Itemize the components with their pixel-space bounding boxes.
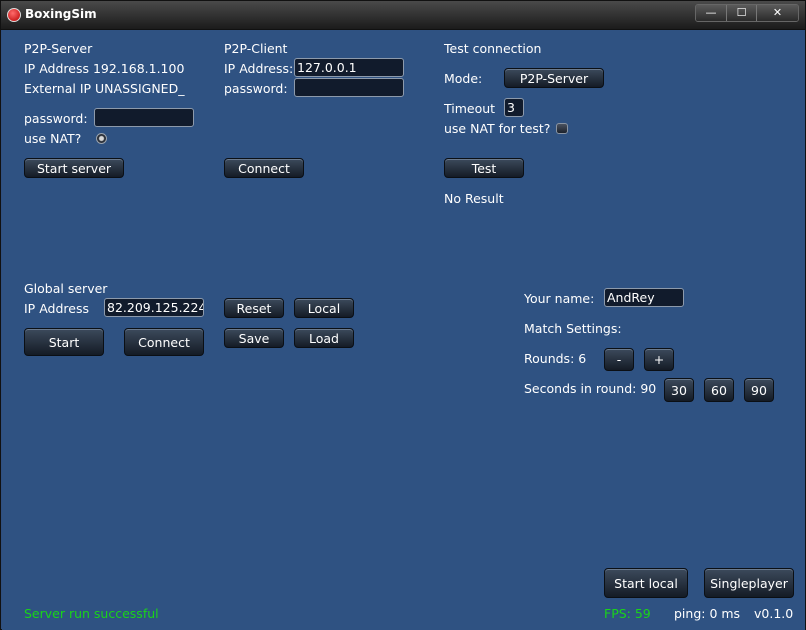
server-password-input[interactable] [94,108,194,127]
singleplayer-button[interactable]: Singleplayer [704,568,794,598]
window-controls: — ☐ ✕ [695,4,799,22]
close-button[interactable]: ✕ [756,5,798,21]
client-connect-button[interactable]: Connect [224,158,304,178]
window-title: BoxingSim [25,7,97,21]
test-button[interactable]: Test [444,158,524,178]
timeout-label: Timeout [444,101,496,116]
test-result-text: No Result [444,191,504,206]
test-nat-label: use NAT for test? [444,121,551,136]
ping-text: ping: 0 ms [674,606,741,621]
client-password-input[interactable] [294,78,404,97]
app-icon [7,8,21,22]
use-nat-label: use NAT? [24,131,82,146]
main-panel: P2P-Server IP Address 192.168.1.100 Exte… [2,30,805,630]
global-start-button[interactable]: Start [24,328,104,356]
your-name-label: Your name: [524,291,595,306]
rounds-minus-button[interactable]: - [604,348,634,371]
local-button[interactable]: Local [294,298,354,318]
start-local-button[interactable]: Start local [604,568,688,598]
mode-select-button[interactable]: P2P-Server [504,68,604,88]
load-button[interactable]: Load [294,328,354,348]
external-ip-label: External IP UNASSIGNED_ [24,81,185,96]
app-window: BoxingSim — ☐ ✕ P2P-Server IP Address 19… [0,0,806,630]
reset-button[interactable]: Reset [224,298,284,318]
status-text: Server run successful [24,606,159,621]
title-bar[interactable]: BoxingSim — ☐ ✕ [1,1,805,30]
client-password-label: password: [224,81,288,96]
match-settings-label: Match Settings: [524,321,622,336]
use-nat-radio[interactable] [96,133,107,144]
seconds-90-button[interactable]: 90 [744,378,774,402]
fps-counter: FPS: 59 [604,606,651,621]
global-ip-input[interactable]: 82.209.125.224 [104,298,204,317]
rounds-label: Rounds: 6 [524,351,587,366]
client-ip-label: IP Address: [224,61,294,76]
rounds-plus-button[interactable]: + [644,348,674,371]
global-ip-label: IP Address [24,301,89,316]
global-server-heading: Global server [24,281,108,296]
server-ip-label: IP Address 192.168.1.100 [24,61,185,76]
seconds-30-button[interactable]: 30 [664,378,694,402]
seconds-60-button[interactable]: 60 [704,378,734,402]
save-button[interactable]: Save [224,328,284,348]
server-password-label: password: [24,111,88,126]
p2p-client-heading: P2P-Client [224,41,288,56]
seconds-label: Seconds in round: 90 [524,381,657,396]
global-connect-button[interactable]: Connect [124,328,204,356]
timeout-input[interactable]: 3 [504,98,524,117]
test-nat-checkbox[interactable] [556,123,568,134]
start-server-button[interactable]: Start server [24,158,124,178]
test-connection-heading: Test connection [444,41,542,56]
minimize-button[interactable]: — [696,5,726,21]
mode-label: Mode: [444,71,483,86]
p2p-server-heading: P2P-Server [24,41,93,56]
player-name-input[interactable]: AndRey [604,288,684,307]
version-text: v0.1.0 [754,606,794,621]
client-ip-input[interactable]: 127.0.0.1 [294,58,404,77]
maximize-button[interactable]: ☐ [726,5,756,21]
